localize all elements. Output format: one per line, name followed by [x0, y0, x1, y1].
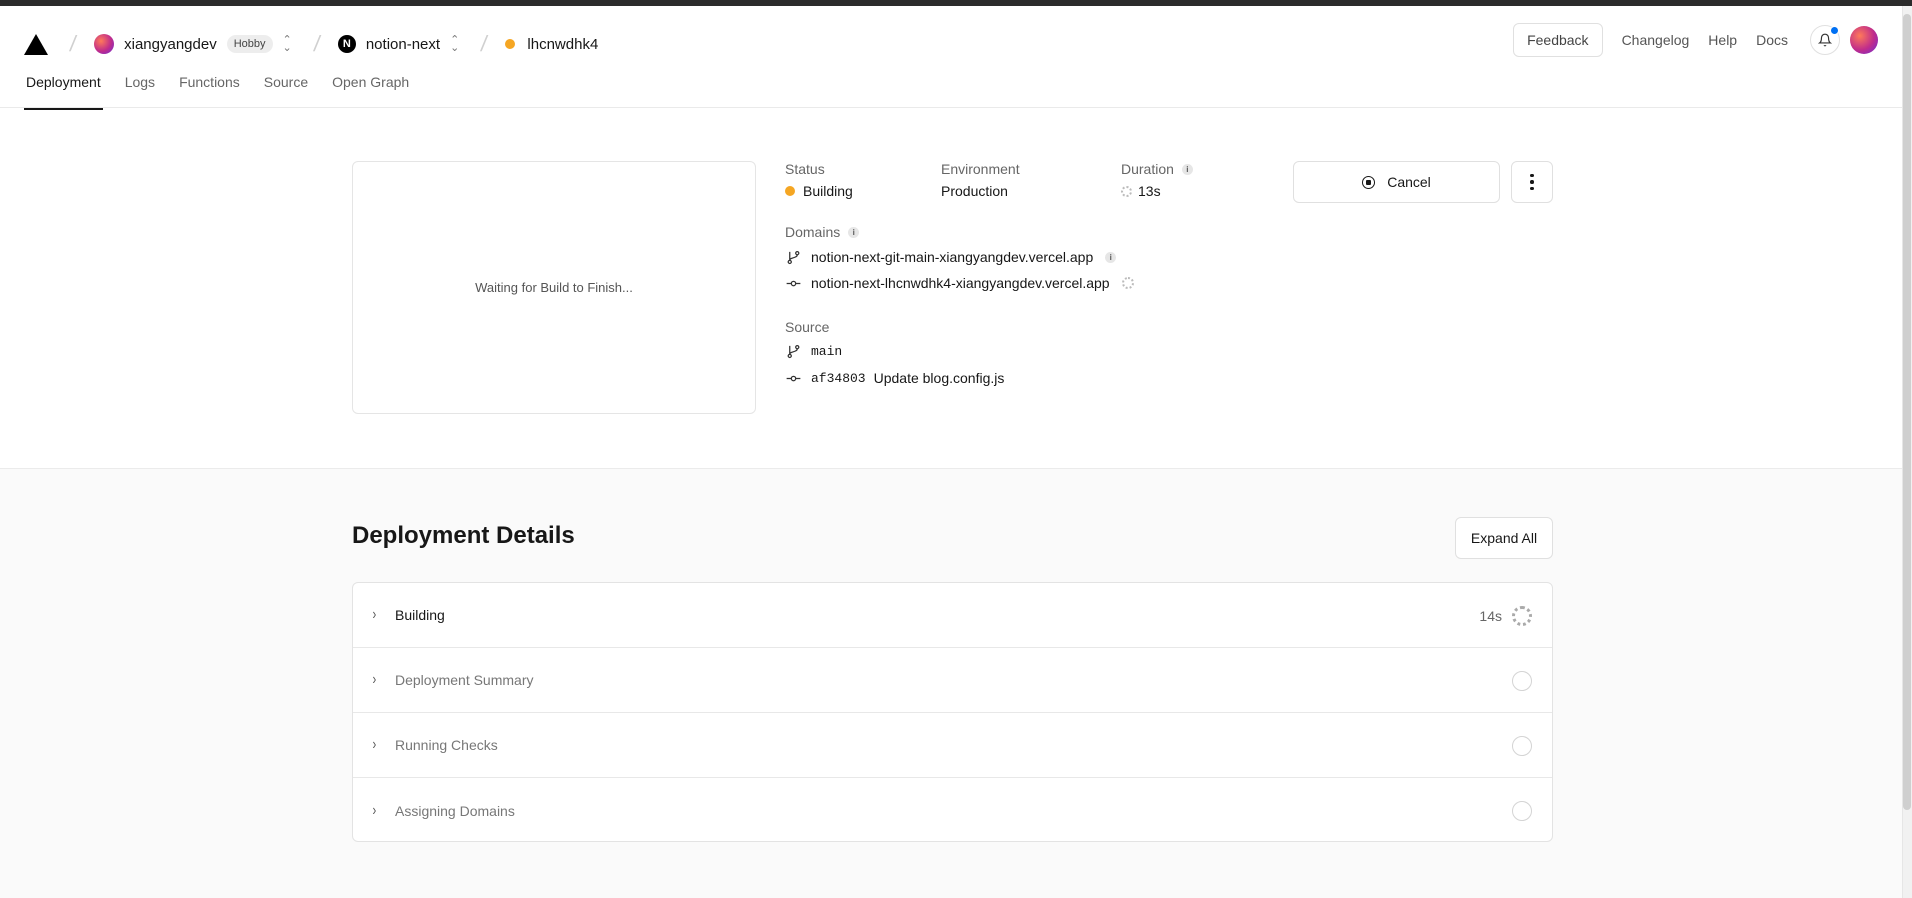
step-label: Building: [395, 607, 445, 623]
chevron-right-icon: ›: [372, 671, 377, 688]
info-icon[interactable]: i: [1105, 251, 1117, 263]
build-steps-list: › Building 14s › Deployment Summary › Ru…: [352, 582, 1553, 842]
commit-message[interactable]: Update blog.config.js: [874, 370, 1005, 386]
step-status: [1512, 778, 1532, 841]
source-label: Source: [785, 319, 830, 335]
step-status: [1512, 648, 1532, 713]
domain-row: notion-next-git-main-xiangyangdev.vercel…: [785, 249, 1117, 265]
expand-all-button[interactable]: Expand All: [1455, 517, 1553, 559]
git-commit-icon: [785, 276, 801, 291]
team-switcher-chevron-icon[interactable]: ⌃ ⌄: [283, 35, 292, 54]
project-name[interactable]: notion-next: [366, 36, 440, 53]
plan-badge: Hobby: [226, 35, 273, 53]
step-label: Running Checks: [395, 737, 498, 753]
breadcrumb-separator: /: [312, 31, 322, 56]
pending-circle-icon: [1512, 735, 1532, 756]
changelog-link[interactable]: Changelog: [1622, 32, 1690, 48]
user-avatar[interactable]: [1850, 26, 1878, 54]
scrollbar-thumb[interactable]: [1903, 14, 1911, 810]
vercel-logo-icon[interactable]: [24, 33, 48, 55]
loading-spinner-icon: [1512, 605, 1532, 626]
status-dot: [785, 186, 795, 196]
loading-spinner-icon: [1121, 277, 1134, 289]
project-logo-icon: N: [337, 35, 356, 53]
info-icon[interactable]: i: [1181, 163, 1193, 175]
deployment-preview: Waiting for Build to Finish...: [352, 161, 756, 414]
scrollbar[interactable]: [1902, 6, 1912, 898]
loading-spinner-icon: [1121, 185, 1132, 197]
preview-placeholder-text: Waiting for Build to Finish...: [475, 280, 633, 295]
chevron-right-icon: ›: [372, 801, 377, 819]
status-label: Status: [785, 161, 825, 177]
bell-icon: [1818, 33, 1832, 47]
step-building[interactable]: › Building 14s: [353, 583, 1552, 648]
tab-source[interactable]: Source: [264, 74, 308, 108]
domains-label: Domains i: [785, 224, 860, 240]
team-avatar: [94, 34, 115, 54]
step-status: 14s: [1479, 583, 1532, 648]
duration-text: 13s: [1138, 183, 1161, 199]
info-icon[interactable]: i: [848, 226, 860, 238]
commit-hash[interactable]: af34803: [811, 371, 866, 386]
step-assigning-domains[interactable]: › Assigning Domains: [353, 778, 1552, 841]
step-running-checks[interactable]: › Running Checks: [353, 713, 1552, 778]
project-switcher-chevron-icon[interactable]: ⌃ ⌄: [450, 35, 459, 54]
deployment-status-dot: [505, 39, 516, 49]
status-value: Building: [785, 183, 853, 199]
git-commit-icon: [785, 371, 801, 386]
pending-circle-icon: [1512, 670, 1532, 691]
notification-dot: [1830, 26, 1839, 35]
tab-bar: Deployment Logs Functions Source Open Gr…: [24, 74, 433, 110]
feedback-button[interactable]: Feedback: [1513, 23, 1603, 57]
domain-link[interactable]: notion-next-git-main-xiangyangdev.vercel…: [811, 249, 1093, 265]
duration-label: Duration i: [1121, 161, 1193, 177]
deployment-id[interactable]: lhcnwdhk4: [527, 36, 598, 53]
domains-label-text: Domains: [785, 224, 841, 240]
duration-value: 13s: [1121, 183, 1161, 199]
tab-functions[interactable]: Functions: [179, 74, 240, 108]
breadcrumb-separator: /: [479, 31, 490, 56]
chevron-right-icon: ›: [372, 606, 377, 623]
step-label: Deployment Summary: [395, 672, 534, 688]
more-options-button[interactable]: [1511, 161, 1553, 203]
branch-name[interactable]: main: [811, 344, 842, 359]
docs-link[interactable]: Docs: [1756, 32, 1788, 48]
environment-label: Environment: [941, 161, 1020, 177]
source-commit-row: af34803 Update blog.config.js: [785, 370, 1004, 386]
step-deployment-summary[interactable]: › Deployment Summary: [353, 648, 1552, 713]
source-branch-row: main: [785, 344, 842, 359]
notifications-button[interactable]: [1810, 25, 1840, 55]
cancel-label: Cancel: [1387, 174, 1431, 190]
pending-circle-icon: [1512, 800, 1532, 821]
breadcrumb-separator: /: [68, 31, 78, 56]
tab-open-graph[interactable]: Open Graph: [332, 74, 409, 108]
chevron-right-icon: ›: [372, 736, 377, 753]
git-branch-icon: [785, 344, 801, 359]
duration-label-text: Duration: [1121, 161, 1174, 177]
domain-row: notion-next-lhcnwdhk4-xiangyangdev.verce…: [785, 275, 1134, 291]
status-text: Building: [803, 183, 853, 199]
tab-logs[interactable]: Logs: [125, 74, 155, 108]
environment-value: Production: [941, 183, 1008, 199]
domain-link[interactable]: notion-next-lhcnwdhk4-xiangyangdev.verce…: [811, 275, 1110, 291]
header-actions: Feedback Changelog Help Docs: [1513, 22, 1878, 58]
top-header: / xiangyangdev Hobby ⌃ ⌄ / N notion-next …: [0, 6, 1902, 110]
deployment-details-title: Deployment Details: [352, 522, 575, 549]
step-status: [1512, 713, 1532, 778]
git-branch-icon: [785, 250, 801, 265]
kebab-icon: [1530, 173, 1534, 178]
tab-deployment[interactable]: Deployment: [24, 74, 103, 110]
team-name[interactable]: xiangyangdev: [124, 36, 217, 53]
stop-icon: [1362, 175, 1376, 189]
cancel-button[interactable]: Cancel: [1293, 161, 1500, 203]
help-link[interactable]: Help: [1708, 32, 1737, 48]
step-label: Assigning Domains: [395, 802, 515, 819]
breadcrumb: / xiangyangdev Hobby ⌃ ⌄ / N notion-next …: [24, 24, 598, 64]
step-duration: 14s: [1479, 607, 1502, 624]
